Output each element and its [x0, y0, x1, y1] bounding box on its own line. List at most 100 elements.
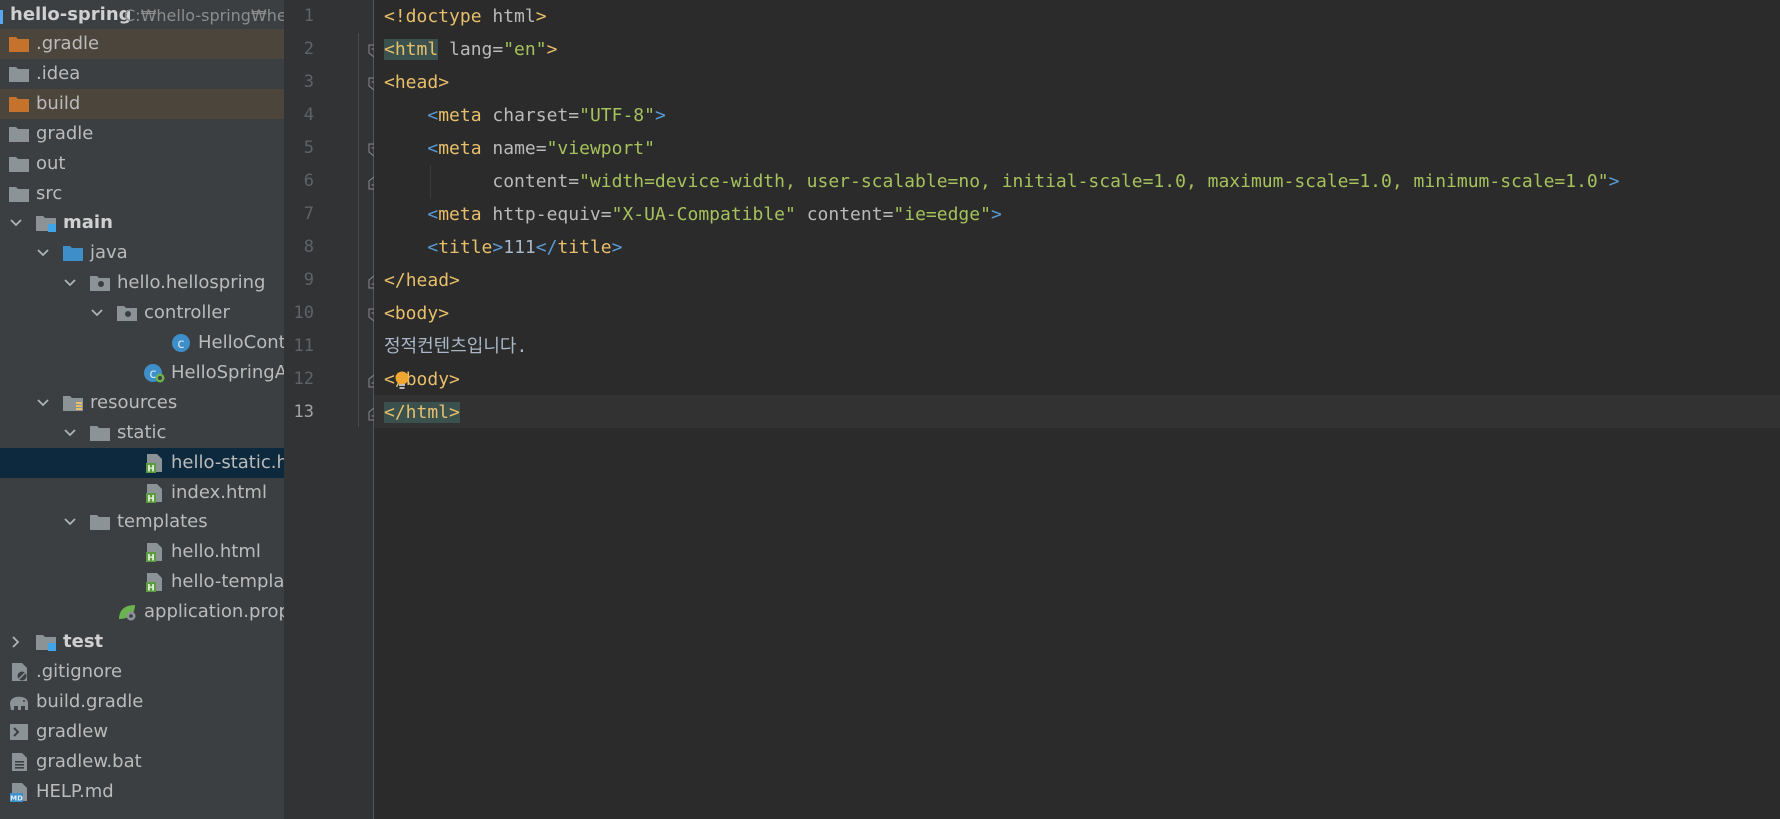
chevron-down-icon[interactable] [62, 425, 78, 441]
tree-item-index-html[interactable]: Hindex.html [0, 478, 284, 508]
tree-item-hellocontroller[interactable]: c HelloController [0, 328, 284, 358]
line-number: 8 [303, 237, 314, 257]
tree-item-label: .gitignore [36, 660, 123, 682]
tree-item-test[interactable]: test [0, 627, 284, 657]
code-line[interactable]: <!doctype html> [384, 0, 547, 33]
code-token: = [535, 138, 547, 159]
tree-item-hello-html[interactable]: Hhello.html [0, 537, 284, 567]
code-line[interactable]: 정적컨텐츠입니다. [384, 330, 527, 363]
code-line[interactable]: <head> [384, 66, 449, 99]
line-number: 6 [303, 171, 314, 191]
code-line[interactable]: </html> [384, 396, 460, 429]
code-editor[interactable]: <!doctype html> <html lang="en"> <head> <m… [374, 0, 1780, 819]
tree-item-idea[interactable]: .idea [0, 59, 284, 89]
spring-properties-icon [116, 602, 138, 622]
chevron-down-icon[interactable] [35, 245, 51, 261]
tree-item-resources[interactable]: resources [0, 388, 284, 418]
tree-item-main[interactable]: main [0, 208, 284, 238]
code-line[interactable]: content="width=device-width, user-scalab… [384, 165, 1619, 198]
tree-item-gradle[interactable]: gradle [0, 119, 284, 149]
code-token: "width=device-width, user-scalable=no, i… [579, 171, 1609, 192]
tree-item-application-properties[interactable]: application.properties [0, 597, 284, 627]
chevron-down-icon[interactable] [62, 275, 78, 291]
tree-item-label: hello.hellospring [117, 272, 266, 294]
html-file-icon: H [143, 542, 165, 564]
html-file-icon: H [143, 483, 165, 504]
line-number: 7 [303, 204, 314, 224]
chevron-down-icon[interactable] [8, 215, 24, 231]
code-line[interactable]: <meta charset="UTF-8"> [384, 99, 665, 132]
folder-orange-icon [8, 94, 30, 114]
code-token: > [546, 39, 558, 60]
tree-item-build[interactable]: build [0, 88, 284, 119]
code-token: = [568, 171, 580, 192]
tree-item-label: out [36, 152, 66, 174]
code-token: head [405, 270, 450, 291]
code-token: <!doctype [384, 6, 493, 27]
code-token: <html [384, 39, 439, 60]
tree-item-label: .gradle [36, 33, 100, 54]
tree-item-gradle[interactable]: .gradle [0, 29, 284, 59]
folder-orange-icon [8, 34, 30, 54]
line-number: 2 [303, 39, 314, 59]
project-root-row[interactable]: hello-spring C:₩hello-spring₩hel [0, 0, 284, 30]
project-tree-panel: hello-spring C:₩hello-spring₩hel .gradle… [0, 0, 284, 819]
tree-item-hello-hellospring[interactable]: hello.hellospring [0, 268, 284, 298]
module-folder-icon [35, 213, 57, 233]
tree-item-controller[interactable]: controller [0, 298, 284, 328]
line-number: 3 [303, 72, 314, 92]
code-line[interactable]: <meta name="viewport" [384, 132, 655, 165]
code-line[interactable]: <html lang="en"> [384, 33, 557, 66]
code-token: > [1608, 171, 1620, 192]
project-path: C:₩hello-spring₩hel [124, 6, 284, 25]
tree-item-help-md[interactable]: MD HELP.md [0, 777, 284, 807]
tree-item-src[interactable]: src [0, 179, 284, 209]
code-token: < [384, 303, 395, 324]
tree-item-java[interactable]: java [0, 238, 284, 268]
folder-icon [8, 184, 30, 204]
folder-blue-icon [62, 243, 84, 263]
tree-item-hello-template-html[interactable]: Hhello-template.html [0, 567, 284, 597]
line-number: 11 [293, 336, 314, 356]
chevron-right-icon[interactable] [8, 634, 24, 650]
code-token: charset [481, 105, 569, 126]
tree-item-label: hello.html [171, 541, 261, 563]
svg-text:c: c [149, 367, 156, 382]
tree-item-templates[interactable]: templates [0, 507, 284, 537]
code-line[interactable]: <body> [384, 297, 449, 330]
code-token: meta [438, 204, 482, 225]
tree-item-out[interactable]: out [0, 149, 284, 179]
code-token: < [427, 237, 439, 258]
code-token: title [438, 237, 493, 258]
tree-item-hellospringapplication[interactable]: c HelloSpringApplication [0, 358, 284, 388]
code-token: < [427, 105, 439, 126]
code-token: body [394, 303, 439, 324]
tree-item-static[interactable]: static [0, 418, 284, 448]
tree-item-hello-static-html[interactable]: Hhello-static.html [0, 447, 284, 478]
tree-item-label: index.html [171, 481, 267, 503]
package-icon [116, 303, 138, 323]
code-line[interactable]: <meta http-equiv="X-UA-Compatible" conte… [384, 198, 1002, 231]
lightbulb-intention-icon[interactable] [394, 370, 410, 392]
code-token: > [438, 303, 450, 324]
line-number: 1 [303, 6, 314, 26]
chevron-down-icon[interactable] [89, 305, 105, 321]
tree-item-gradlew[interactable]: gradlew [0, 717, 284, 747]
gradle-elephant-icon [8, 692, 30, 712]
java-class-icon: c [170, 333, 192, 353]
chevron-down-icon[interactable] [35, 395, 51, 411]
tree-item-gradlew-bat[interactable]: gradlew.bat [0, 747, 284, 777]
code-token: > [990, 204, 1002, 225]
tree-item-build-gradle[interactable]: build.gradle [0, 687, 284, 717]
folder-icon [8, 154, 30, 174]
chevron-down-icon[interactable] [62, 514, 78, 530]
code-token: lang [438, 39, 493, 60]
tree-item-label: test [63, 631, 104, 652]
code-token: content [795, 204, 883, 225]
tree-item-gitignore[interactable]: .gitignore [0, 657, 284, 687]
line-number: 13 [293, 402, 314, 422]
code-line[interactable]: </head> [384, 264, 460, 297]
code-token: = [492, 39, 504, 60]
code-line[interactable]: <title>111</title> [384, 231, 622, 264]
